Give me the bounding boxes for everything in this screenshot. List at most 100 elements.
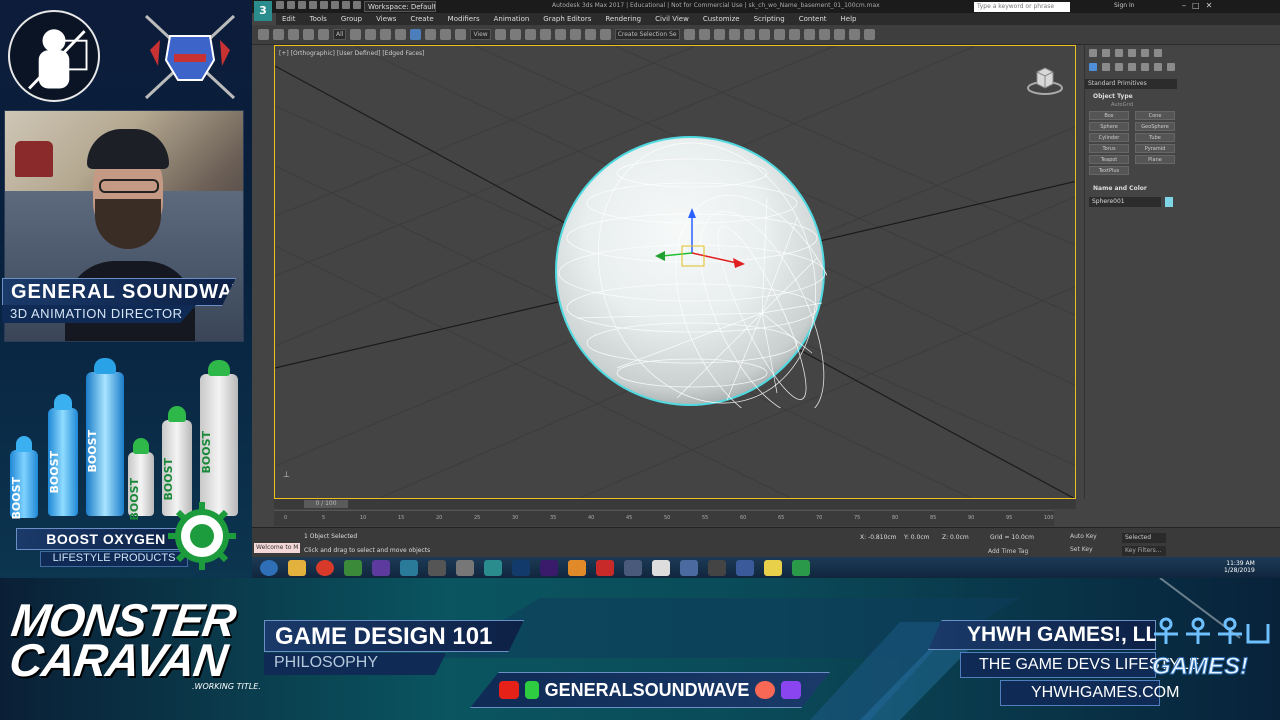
textplus-button[interactable]: TextPlus [1089, 166, 1129, 175]
redo-icon[interactable] [320, 1, 328, 9]
menu-group[interactable]: Group [335, 13, 370, 25]
qat-settings-icon[interactable] [342, 1, 350, 9]
menu-views[interactable]: Views [370, 13, 404, 25]
lights-icon[interactable] [1115, 63, 1123, 71]
maxscript-listener[interactable]: Welcome to M [254, 543, 300, 553]
minecraft-icon[interactable] [344, 559, 362, 576]
undo-tool-icon[interactable] [258, 29, 269, 40]
layer-explorer-icon[interactable] [728, 29, 740, 40]
align-icon[interactable] [698, 29, 710, 40]
named-selection-dropdown[interactable]: Create Selection Se [614, 29, 680, 40]
sphere-button[interactable]: Sphere [1089, 122, 1129, 131]
reference-coordinate-dropdown[interactable]: View [470, 29, 491, 40]
plane-button[interactable]: Plane [1135, 155, 1175, 164]
menu-civil-view[interactable]: Civil View [649, 13, 697, 25]
key-filters-button[interactable]: Key Filters... [1122, 546, 1166, 556]
create-tab-icon[interactable] [1089, 49, 1097, 57]
qat-dropdown-icon[interactable] [353, 1, 361, 9]
new-file-icon[interactable] [276, 1, 284, 9]
maximize-icon[interactable]: □ [1192, 1, 1200, 10]
add-time-tag[interactable]: Add Time Tag [988, 548, 1028, 555]
a360-render-icon[interactable] [863, 29, 875, 40]
folder-icon[interactable] [764, 559, 782, 576]
close-icon[interactable]: ✕ [1206, 1, 1213, 10]
undo-icon[interactable] [309, 1, 317, 9]
name-color-rollout[interactable]: Name and Color [1093, 185, 1147, 192]
monitor-icon[interactable] [680, 559, 698, 576]
perspective-viewport[interactable]: [+] [Orthographic] [User Defined] [Edged… [274, 45, 1076, 499]
open-file-icon[interactable] [287, 1, 295, 9]
select-scale-icon[interactable] [440, 29, 452, 40]
cone-button[interactable]: Cone [1135, 111, 1175, 120]
select-move-icon[interactable] [410, 29, 422, 40]
acrobat-icon[interactable] [596, 559, 614, 576]
snaps-toggle-icon[interactable] [539, 29, 551, 40]
chrome-icon[interactable] [316, 559, 334, 576]
select-place-icon[interactable] [455, 29, 467, 40]
geosphere-button[interactable]: GeoSphere [1135, 122, 1175, 131]
angle-snap-icon[interactable] [554, 29, 566, 40]
time-slider[interactable]: 0 / 100 [304, 500, 348, 508]
unity-hub-icon[interactable] [708, 559, 726, 576]
select-by-name-icon[interactable] [365, 29, 377, 40]
box-button[interactable]: Box [1089, 111, 1129, 120]
key-selection-dropdown[interactable]: Selected [1122, 533, 1166, 543]
render-iterative-icon[interactable] [848, 29, 860, 40]
autogrid-checkbox[interactable]: AutoGrid [1111, 102, 1133, 108]
object-color-swatch[interactable] [1165, 197, 1173, 207]
visual-studio-icon[interactable] [372, 559, 390, 576]
menu-customize[interactable]: Customize [697, 13, 748, 25]
primitive-type-dropdown[interactable]: Standard Primitives [1085, 79, 1177, 89]
network-icon[interactable] [736, 559, 754, 576]
sign-in-link[interactable]: Sign In [1114, 2, 1135, 9]
tube-button[interactable]: Tube [1135, 133, 1175, 142]
set-key-button[interactable]: Set Key [1070, 546, 1093, 553]
rect-selection-icon[interactable] [380, 29, 392, 40]
select-rotate-icon[interactable] [425, 29, 437, 40]
app-logo-icon[interactable]: 3 [254, 1, 272, 21]
spacewarps-icon[interactable] [1154, 63, 1162, 71]
discord-icon[interactable] [624, 559, 642, 576]
material-editor-icon[interactable] [788, 29, 800, 40]
pivot-center-icon[interactable] [494, 29, 506, 40]
select-object-icon[interactable] [350, 29, 362, 40]
project-icon[interactable] [331, 1, 339, 9]
helpers-icon[interactable] [1141, 63, 1149, 71]
link-icon[interactable] [288, 29, 299, 40]
menu-rendering[interactable]: Rendering [599, 13, 649, 25]
manipulate-icon[interactable] [509, 29, 521, 40]
unity-icon[interactable] [428, 559, 446, 576]
curve-editor-icon[interactable] [758, 29, 770, 40]
sphere-object[interactable] [555, 136, 849, 432]
time-slider-track[interactable]: 0 / 100 [274, 499, 1076, 509]
file-explorer-icon[interactable] [288, 559, 306, 576]
render-production-icon[interactable] [833, 29, 845, 40]
z-coordinate-field[interactable]: Z: 0.0cm [942, 534, 969, 541]
save-file-icon[interactable] [298, 1, 306, 9]
x-coordinate-field[interactable]: X: -0.810cm [860, 534, 897, 541]
inkscape-icon[interactable] [652, 559, 670, 576]
settings-icon[interactable] [456, 559, 474, 576]
cylinder-button[interactable]: Cylinder [1089, 133, 1129, 142]
modify-tab-icon[interactable] [1102, 49, 1110, 57]
3dsmax-taskbar-icon[interactable] [484, 559, 502, 576]
percent-snap-icon[interactable] [569, 29, 581, 40]
menu-scripting[interactable]: Scripting [748, 13, 793, 25]
selection-filter-dropdown[interactable]: All [333, 29, 347, 40]
render-setup-icon[interactable] [803, 29, 815, 40]
start-button-icon[interactable] [260, 559, 278, 576]
systems-icon[interactable] [1167, 63, 1175, 71]
after-effects-icon[interactable] [540, 559, 558, 576]
mirror-icon[interactable] [683, 29, 695, 40]
auto-key-button[interactable]: Auto Key [1070, 533, 1097, 540]
viewport-label[interactable]: [+] [Orthographic] [User Defined] [Edged… [279, 50, 425, 57]
pyramid-button[interactable]: Pyramid [1135, 144, 1175, 153]
menu-modifiers[interactable]: Modifiers [442, 13, 488, 25]
teapot-button[interactable]: Teapot [1089, 155, 1129, 164]
menu-edit[interactable]: Edit [276, 13, 304, 25]
spinner-snap-icon[interactable] [584, 29, 596, 40]
y-coordinate-field[interactable]: Y: 0.0cm [904, 534, 929, 541]
bind-spacewarp-icon[interactable] [318, 29, 329, 40]
hierarchy-tab-icon[interactable] [1115, 49, 1123, 57]
torus-button[interactable]: Torus [1089, 144, 1129, 153]
